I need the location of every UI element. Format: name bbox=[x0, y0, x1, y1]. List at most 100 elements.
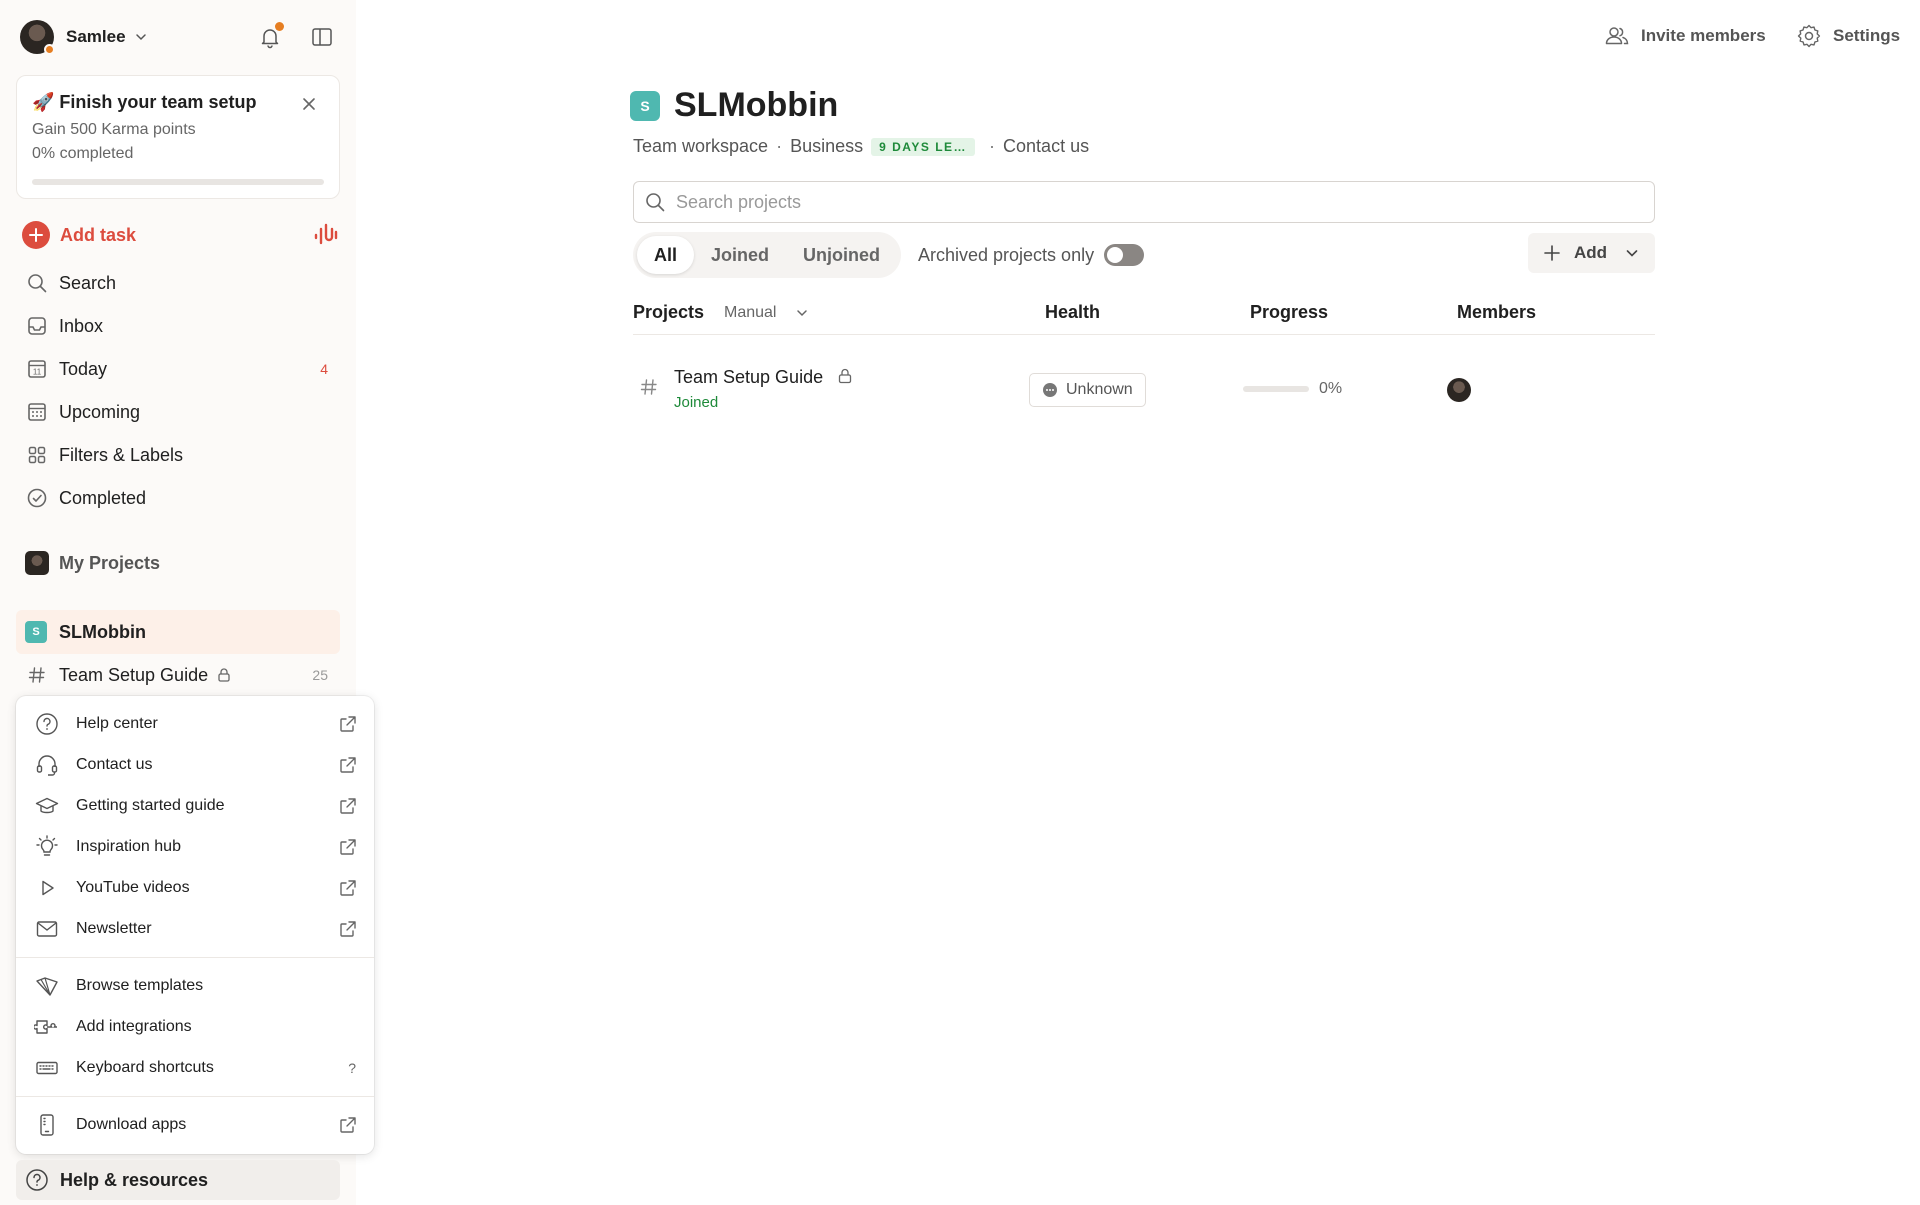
nav-today[interactable]: 11 Today 4 bbox=[16, 349, 340, 389]
menu-item-getting-started[interactable]: Getting started guide bbox=[16, 786, 374, 826]
menu-item-label: Browse templates bbox=[76, 977, 204, 994]
health-status-button[interactable]: Unknown bbox=[1029, 373, 1146, 407]
separator-dot: · bbox=[776, 136, 783, 156]
external-link-icon bbox=[338, 878, 358, 898]
project-task-count: 25 bbox=[312, 667, 328, 683]
play-icon bbox=[34, 875, 60, 901]
chevron-down-icon bbox=[1623, 244, 1641, 262]
menu-item-add-integrations[interactable]: Add integrations bbox=[16, 1007, 374, 1047]
workspace-meta: Team workspace · Business 9 DAYS LE… · C… bbox=[633, 136, 1089, 157]
nav-search[interactable]: Search bbox=[16, 263, 340, 303]
close-icon[interactable] bbox=[299, 94, 319, 114]
add-task-button[interactable]: Add task bbox=[22, 219, 340, 251]
project-name[interactable]: Team Setup Guide bbox=[674, 367, 823, 388]
users-icon bbox=[1603, 22, 1631, 50]
external-link-icon bbox=[338, 796, 358, 816]
gear-icon bbox=[1795, 22, 1823, 50]
help-circle-icon bbox=[34, 711, 60, 737]
mail-icon bbox=[34, 916, 60, 942]
menu-item-label: Keyboard shortcuts bbox=[76, 1059, 214, 1076]
sort-dropdown[interactable]: Manual bbox=[724, 304, 810, 322]
menu-item-keyboard-shortcuts[interactable]: Keyboard shortcuts ? bbox=[16, 1048, 374, 1088]
invite-members-button[interactable]: Invite members bbox=[1603, 22, 1766, 50]
search-input[interactable] bbox=[676, 191, 1576, 213]
workspace-badge: S bbox=[630, 90, 660, 121]
contact-us-link[interactable]: Contact us bbox=[1003, 136, 1089, 157]
menu-item-contact-us[interactable]: Contact us bbox=[16, 745, 374, 785]
chevron-down-icon bbox=[134, 30, 148, 44]
setup-card-subtitle: Gain 500 Karma points bbox=[32, 121, 196, 138]
tab-joined[interactable]: Joined bbox=[694, 236, 786, 274]
nav-inbox[interactable]: Inbox bbox=[16, 306, 340, 346]
archived-toggle[interactable] bbox=[1104, 244, 1145, 266]
help-resources-menu: Help center Contact us Getting started g… bbox=[16, 696, 374, 1154]
member-avatar[interactable] bbox=[1447, 378, 1471, 402]
setup-card-title: 🚀 Finish your team setup bbox=[32, 92, 257, 112]
column-projects: Projects bbox=[633, 302, 705, 322]
sidebar-item-workspace[interactable]: S SLMobbin bbox=[16, 610, 340, 654]
project-name: Team Setup Guide bbox=[59, 664, 209, 685]
plus-circle-icon bbox=[22, 221, 50, 249]
column-members: Members bbox=[1457, 302, 1537, 322]
add-project-button[interactable]: Add bbox=[1528, 233, 1655, 273]
menu-item-youtube[interactable]: YouTube videos bbox=[16, 868, 374, 908]
today-count-badge: 4 bbox=[320, 361, 328, 377]
add-task-label: Add task bbox=[60, 224, 137, 245]
grid-icon bbox=[25, 443, 49, 467]
external-link-icon bbox=[338, 919, 358, 939]
headset-icon bbox=[34, 752, 60, 778]
svg-text:11: 11 bbox=[33, 368, 42, 377]
nav-completed-label: Completed bbox=[59, 487, 147, 508]
nav-upcoming[interactable]: Upcoming bbox=[16, 392, 340, 432]
ramble-waveform-icon[interactable] bbox=[312, 221, 340, 249]
table-header-divider bbox=[633, 334, 1655, 335]
calendar-grid-icon bbox=[25, 400, 49, 424]
tab-all[interactable]: All bbox=[637, 236, 695, 274]
help-resources-button[interactable]: Help & resources bbox=[16, 1160, 340, 1200]
workspace-name: SLMobbin bbox=[59, 621, 146, 642]
sidebar-item-project[interactable]: Team Setup Guide 25 bbox=[16, 655, 340, 695]
lock-icon bbox=[836, 367, 854, 385]
separator-dot: · bbox=[989, 136, 996, 156]
nav-completed[interactable]: Completed bbox=[16, 478, 340, 518]
menu-item-help-center[interactable]: Help center bbox=[16, 704, 374, 744]
workspace-type: Team workspace bbox=[633, 136, 769, 156]
inbox-icon bbox=[25, 314, 49, 338]
bell-icon bbox=[258, 22, 284, 49]
team-setup-card[interactable]: 🚀 Finish your team setup Gain 500 Karma … bbox=[16, 75, 340, 199]
settings-button[interactable]: Settings bbox=[1795, 22, 1900, 50]
plan-name[interactable]: Business bbox=[790, 136, 863, 157]
menu-item-newsletter[interactable]: Newsletter bbox=[16, 909, 374, 949]
menu-item-label: Newsletter bbox=[76, 920, 152, 937]
toggle-sidebar-button[interactable] bbox=[305, 20, 339, 54]
workspace-badge: S bbox=[25, 621, 47, 643]
help-resources-label: Help & resources bbox=[60, 1169, 209, 1190]
menu-item-inspiration-hub[interactable]: Inspiration hub bbox=[16, 827, 374, 867]
my-projects-label: My Projects bbox=[59, 552, 161, 573]
hash-icon bbox=[25, 663, 49, 687]
tab-unjoined[interactable]: Unjoined bbox=[786, 236, 897, 274]
user-menu[interactable]: Samlee bbox=[20, 20, 148, 55]
my-projects-header[interactable]: My Projects bbox=[16, 543, 340, 583]
trial-badge[interactable]: 9 DAYS LE… bbox=[871, 137, 976, 156]
sort-label: Manual bbox=[724, 304, 777, 321]
integrations-icon bbox=[34, 1014, 60, 1040]
joined-status: Joined bbox=[674, 394, 719, 411]
health-label: Unknown bbox=[1066, 381, 1133, 398]
unknown-health-icon bbox=[1042, 382, 1058, 398]
menu-item-label: Help center bbox=[76, 715, 158, 732]
menu-item-download-apps[interactable]: Download apps bbox=[16, 1105, 374, 1145]
unread-dot bbox=[275, 22, 284, 31]
search-projects[interactable] bbox=[633, 181, 1655, 223]
notifications-button[interactable] bbox=[253, 20, 287, 54]
menu-item-label: Download apps bbox=[76, 1116, 187, 1133]
menu-item-browse-templates[interactable]: Browse templates bbox=[16, 966, 374, 1006]
archived-label: Archived projects only bbox=[918, 244, 1095, 265]
project-progress-bar bbox=[1243, 386, 1309, 392]
nav-today-label: Today bbox=[59, 358, 108, 379]
sidebar: Samlee 🚀 Finish your team setup Gain 500… bbox=[0, 0, 374, 1205]
nav-upcoming-label: Upcoming bbox=[59, 401, 141, 422]
plus-icon bbox=[1542, 243, 1562, 263]
nav-filters-labels[interactable]: Filters & Labels bbox=[16, 435, 340, 475]
lightbulb-icon bbox=[34, 834, 60, 860]
